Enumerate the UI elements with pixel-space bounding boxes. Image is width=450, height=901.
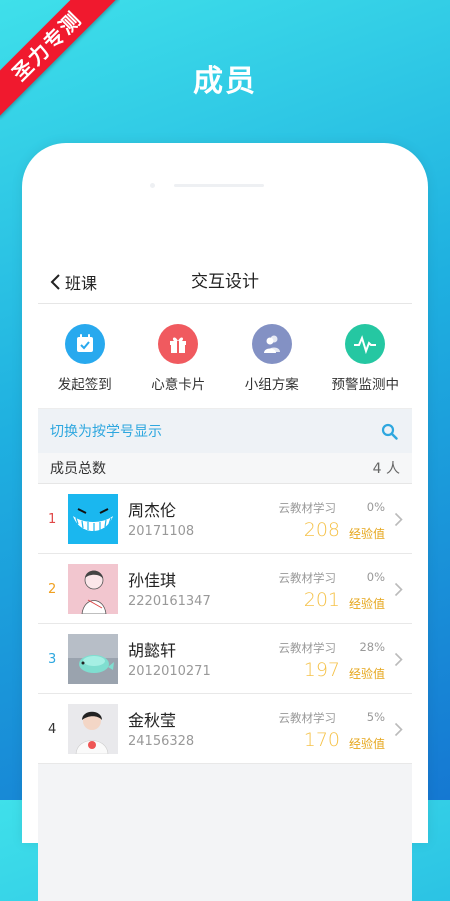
action-icon-circle [64,324,105,364]
app-screen: 班课 交互设计 发起签到 心意卡片 小组方案 预警监测中 切换为按学号显示 成员… [38,261,412,901]
member-id: 20171108 [128,524,195,539]
nav-title: 交互设计 [191,272,259,292]
action-icon-circle [251,324,292,364]
action-label: 小组方案 [244,377,299,393]
chevron-right-icon [394,512,403,527]
member-name: 胡懿轩 [128,641,177,660]
exp-label: 经验值 [348,737,385,751]
study-category: 云教材学习 [278,571,337,585]
exp-label: 经验值 [348,527,385,541]
study-category: 云教材学习 [278,501,337,515]
navbar: 班课 交互设计 [38,261,412,304]
member-row[interactable]: 3 胡懿轩 2012010271 云教材学习 28% 197 经验值 [38,624,412,694]
member-row[interactable]: 2 孙佳琪 2220161347 云教材学习 0% 201 经验值 [38,554,412,624]
camera-dot [150,183,155,188]
chevron-right-icon [394,582,403,597]
member-name: 孙佳琪 [128,571,177,590]
exp-label: 经验值 [348,597,385,611]
member-id: 2012010271 [128,664,211,679]
action-bar: 发起签到 心意卡片 小组方案 预警监测中 [38,304,412,409]
group-icon [263,335,280,353]
exp-value: 201 [303,589,340,611]
member-id: 24156328 [128,734,195,749]
avatar [68,494,118,544]
warning-monitor-button[interactable]: 预警监测中 [319,304,413,408]
study-percent: 0% [366,500,385,514]
member-rank: 3 [48,652,57,667]
member-rank: 4 [48,722,57,737]
avatar [68,704,118,754]
member-rank: 1 [48,512,57,527]
study-category: 云教材学习 [278,711,337,725]
exp-label: 经验值 [348,667,385,681]
action-icon-circle [345,324,386,364]
sort-toggle-label[interactable]: 切换为按学号显示 [50,421,162,441]
card-button[interactable]: 心意卡片 [132,304,226,408]
phone-frame: 班课 交互设计 发起签到 心意卡片 小组方案 预警监测中 切换为按学号显示 成员… [22,143,428,901]
member-count-row: 成员总数 4 人 [38,453,412,484]
member-id: 2220161347 [128,594,211,609]
action-label: 心意卡片 [151,377,206,393]
study-percent: 28% [359,640,385,654]
member-row[interactable]: 4 金秋莹 24156328 云教材学习 5% 170 经验值 [38,694,412,764]
action-icon-circle [158,324,199,364]
member-row[interactable]: 1 周杰伦 20171108 云教材学习 0% 208 经验值 [38,484,412,554]
action-label: 发起签到 [57,377,112,393]
page-heading: 成员 [193,64,257,99]
group-plan-button[interactable]: 小组方案 [225,304,319,408]
member-count-label: 成员总数 [50,461,106,477]
member-count-value: 4 人 [372,461,400,477]
action-label: 预警监测中 [331,377,400,393]
member-name: 金秋莹 [128,711,177,730]
member-name: 周杰伦 [128,501,177,520]
search-icon[interactable] [381,423,398,440]
checkin-button[interactable]: 发起签到 [38,304,132,408]
study-percent: 5% [366,710,385,724]
exp-value: 208 [303,519,340,541]
study-percent: 0% [366,570,385,584]
chevron-right-icon [394,722,403,737]
calendar-check-icon [76,334,93,352]
study-category: 云教材学习 [278,641,337,655]
gift-icon [170,337,187,353]
exp-value: 170 [303,729,340,751]
avatar [68,634,118,684]
avatar [68,564,118,614]
sort-toggle-bar[interactable]: 切换为按学号显示 [38,409,412,453]
exp-value: 197 [303,659,340,681]
pulse-icon [354,335,377,355]
chevron-right-icon [394,652,403,667]
member-rank: 2 [48,582,57,597]
speaker-slot [174,184,264,187]
